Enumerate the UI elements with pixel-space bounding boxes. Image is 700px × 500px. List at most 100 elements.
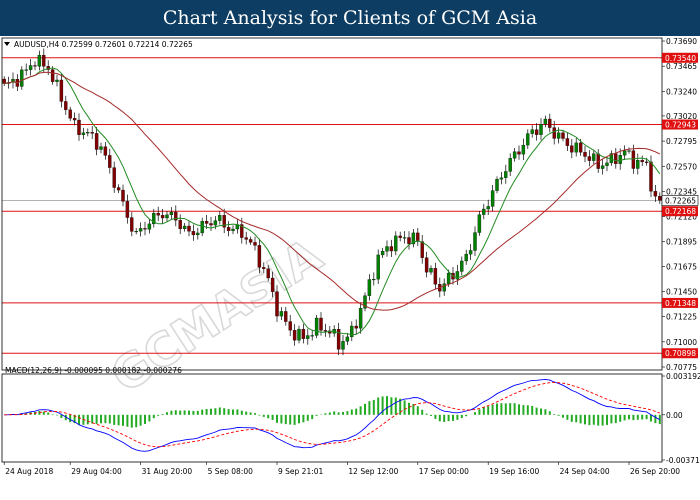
- level-price-label: 0.72943: [665, 121, 696, 130]
- time-tick-label: 19 Sep 16:00: [489, 467, 539, 476]
- candle-body: [200, 221, 204, 234]
- candle-body: [416, 232, 420, 242]
- candle-body: [33, 65, 37, 67]
- candle-body: [143, 228, 147, 230]
- candle-body: [68, 109, 72, 119]
- candle-body: [125, 201, 130, 218]
- candle-body: [367, 279, 372, 296]
- candle-body: [191, 231, 196, 236]
- price-tick-label: 0.73240: [666, 87, 697, 96]
- candle-body: [253, 242, 257, 246]
- macd-header: MACD(12,26,9) -0.000095 0.000182 -0.0002…: [5, 366, 182, 375]
- macd-signal-line: [4, 382, 660, 448]
- time-tick-label: 9 Sep 21:01: [278, 467, 324, 476]
- candle-body: [424, 257, 429, 273]
- candle-body: [182, 225, 187, 230]
- candle-body: [482, 208, 486, 215]
- candle-body: [42, 54, 46, 67]
- candle-body: [86, 132, 90, 134]
- candle-body: [565, 138, 570, 146]
- candle-body: [618, 155, 622, 164]
- candle-body: [244, 237, 248, 240]
- candle-body: [77, 119, 81, 135]
- candle-body: [398, 235, 402, 238]
- candle-body: [103, 146, 108, 156]
- candle-body: [257, 245, 262, 268]
- candle-body: [512, 151, 517, 159]
- candle-body: [402, 237, 407, 239]
- candle-body: [301, 328, 306, 339]
- candle-body: [288, 321, 292, 331]
- candle-body: [600, 165, 605, 169]
- time-tick-label: 26 Sep 20:00: [630, 467, 680, 476]
- candle-body: [130, 217, 134, 232]
- moving-average-line: [4, 71, 661, 311]
- candle-body: [504, 171, 508, 178]
- dropdown-arrow-icon[interactable]: [4, 42, 10, 46]
- price-panel-frame: [1, 37, 663, 371]
- candle-body: [433, 268, 438, 285]
- price-tick-label: 0.73690: [666, 37, 697, 46]
- candle-body: [231, 228, 235, 231]
- time-tick-label: 29 Aug 04:00: [71, 467, 122, 476]
- candle-body: [587, 156, 592, 161]
- moving-average-line: [4, 67, 661, 336]
- current-price-label: 0.72265: [665, 196, 696, 205]
- candle-body: [543, 118, 548, 125]
- candle-body: [248, 239, 253, 243]
- price-tick-label: 0.73465: [666, 62, 697, 71]
- time-tick-label: 24 Aug 2018: [5, 467, 53, 476]
- candle-body: [310, 335, 314, 337]
- candle-body: [583, 152, 587, 157]
- candle-body: [468, 250, 473, 255]
- candle-body: [649, 161, 653, 192]
- candle-body: [99, 146, 103, 150]
- candle-body: [165, 214, 169, 219]
- candle-body: [380, 251, 385, 256]
- level-price-label: 0.70898: [665, 349, 696, 358]
- candle-body: [187, 225, 191, 232]
- candle-body: [495, 179, 499, 191]
- time-tick-label: 12 Sep 12:00: [348, 467, 398, 476]
- macd-tick-label: 0.00: [666, 411, 683, 420]
- price-tick-label: 0.70775: [666, 363, 697, 372]
- candle-body: [37, 54, 42, 67]
- candle-body: [640, 160, 644, 163]
- price-tick-label: 0.71225: [666, 313, 697, 322]
- candle-body: [156, 212, 160, 216]
- candle-body: [460, 260, 464, 272]
- candle-body: [561, 132, 565, 139]
- candle-body: [517, 151, 521, 155]
- macd-tick-label: 0.003192: [666, 372, 700, 381]
- candle-body: [614, 153, 618, 164]
- candle-body: [341, 341, 345, 350]
- time-tick-label: 17 Sep 00:00: [419, 467, 469, 476]
- candle-body: [526, 133, 530, 146]
- chart-title-banner: Chart Analysis for Clients of GCM Asia: [0, 0, 700, 36]
- candle-body: [90, 132, 94, 134]
- time-tick-label: 5 Sep 08:00: [208, 467, 254, 476]
- candle-body: [574, 142, 578, 153]
- candle-body: [420, 241, 424, 258]
- candle-body: [147, 223, 152, 230]
- candle-body: [350, 325, 354, 338]
- level-price-label: 0.72168: [665, 207, 696, 216]
- candle-body: [213, 220, 218, 226]
- time-tick-label: 31 Aug 20:00: [142, 467, 193, 476]
- candle-body: [292, 330, 297, 341]
- candle-body: [644, 161, 649, 163]
- candle-body: [653, 191, 658, 197]
- candle-body: [442, 283, 446, 292]
- candle-body: [490, 190, 495, 207]
- candle-body: [627, 150, 631, 152]
- symbol-header: AUDUSD,H4 0.72599 0.72601 0.72214 0.7226…: [14, 40, 193, 49]
- candle-body: [24, 69, 28, 71]
- candle-body: [631, 150, 636, 169]
- price-tick-label: 0.71895: [666, 238, 697, 247]
- candle-body: [323, 330, 328, 332]
- candle-body: [376, 254, 380, 280]
- candle-body: [486, 206, 490, 210]
- level-price-label: 0.73540: [665, 54, 696, 63]
- macd-tick-label: -0.003718: [666, 456, 700, 465]
- candle-body: [266, 268, 270, 279]
